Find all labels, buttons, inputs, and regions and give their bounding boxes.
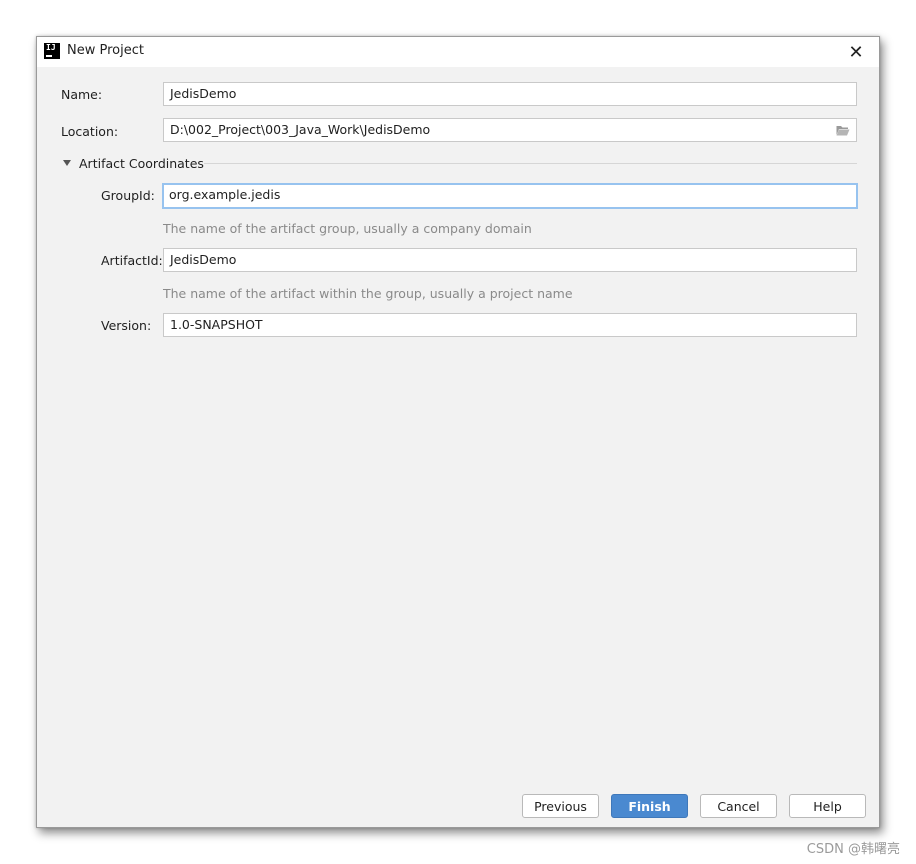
dialog-title: New Project: [67, 43, 144, 58]
folder-icon[interactable]: [836, 125, 850, 136]
artifactid-field[interactable]: JedisDemo: [163, 248, 857, 272]
location-value: D:\002_Project\003_Java_Work\JedisDemo: [170, 122, 431, 137]
intellij-logo-icon: IJ: [44, 43, 60, 59]
version-label: Version:: [101, 318, 152, 333]
name-label: Name:: [61, 87, 103, 102]
groupid-hint: The name of the artifact group, usually …: [163, 221, 532, 236]
new-project-dialog: IJ New Project ✕ Name: JedisDemo Locatio…: [36, 36, 880, 828]
close-icon[interactable]: ✕: [833, 37, 879, 67]
artifactid-label: ArtifactId:: [101, 253, 163, 268]
finish-button[interactable]: Finish: [611, 794, 688, 818]
location-field[interactable]: D:\002_Project\003_Java_Work\JedisDemo: [163, 118, 857, 142]
triangle-down-icon: [63, 160, 71, 166]
section-label: Artifact Coordinates: [79, 155, 204, 171]
location-label: Location:: [61, 124, 119, 139]
groupid-field[interactable]: org.example.jedis: [162, 183, 858, 209]
artifact-coordinates-toggle[interactable]: Artifact Coordinates: [63, 154, 204, 172]
cancel-button[interactable]: Cancel: [700, 794, 777, 818]
section-divider: [204, 163, 857, 164]
watermark: CSDN @韩曙亮: [806, 842, 900, 857]
groupid-label: GroupId:: [101, 188, 155, 203]
name-field[interactable]: JedisDemo: [163, 82, 857, 106]
help-button[interactable]: Help: [789, 794, 866, 818]
artifactid-hint: The name of the artifact within the grou…: [163, 286, 573, 301]
version-field[interactable]: 1.0-SNAPSHOT: [163, 313, 857, 337]
previous-button[interactable]: Previous: [522, 794, 599, 818]
title-bar[interactable]: IJ New Project ✕: [37, 37, 879, 67]
